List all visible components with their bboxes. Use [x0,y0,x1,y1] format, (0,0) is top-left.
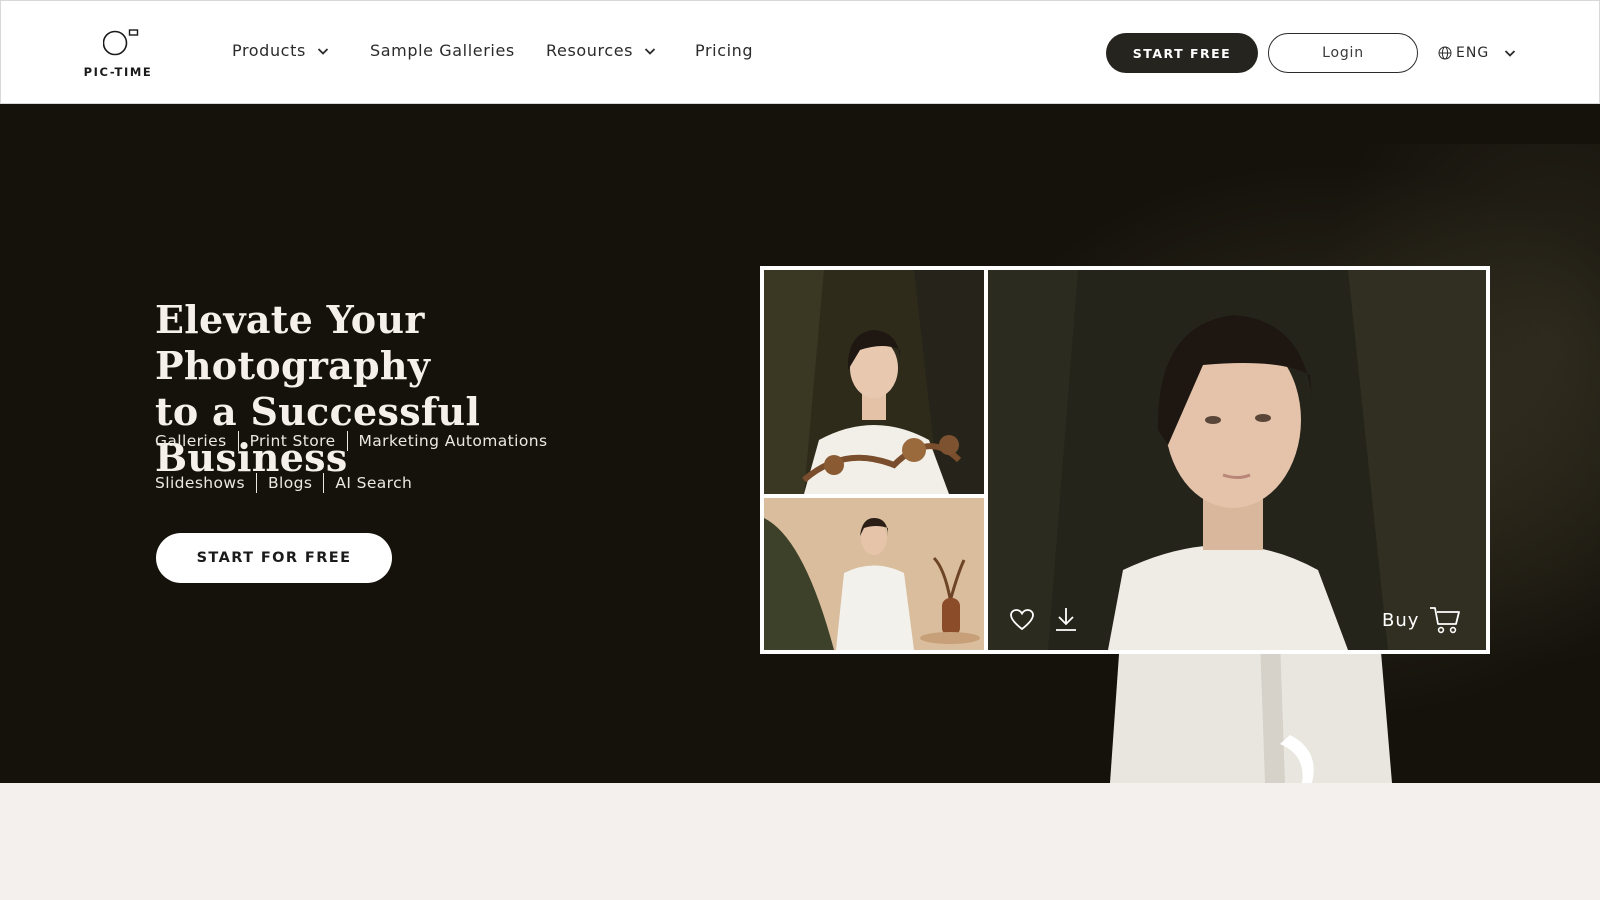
hero-section: Elevate Your Photography to a Successful… [0,104,1600,783]
feature-item: Slideshows [155,474,245,492]
chevron-down-icon [644,47,656,55]
gallery-photo-small-bottom[interactable] [764,498,984,650]
globe-icon [1438,46,1452,60]
heart-icon[interactable] [1009,608,1035,632]
nav-item-resources[interactable]: Resources [546,41,657,60]
nav-item-label: Sample Galleries [370,41,515,60]
language-selector[interactable]: ENG [1438,43,1517,63]
feature-item: Galleries [155,432,227,450]
feature-list-row-1: Galleries Print Store Marketing Automati… [155,431,558,451]
site-header: PIC-TIME Products Sample Galleries Resou… [0,0,1600,104]
chevron-down-icon [317,47,329,55]
login-button[interactable]: Login [1268,33,1418,73]
next-section [0,783,1600,900]
cart-icon [1430,607,1461,634]
nav-item-sample-galleries[interactable]: Sample Galleries [370,41,515,60]
feature-list-row-2: Slideshows Blogs AI Search [155,473,423,493]
portrait-overflow-image [1110,640,1392,783]
chevron-down-icon [1505,50,1516,57]
feature-item: Print Store [237,431,347,451]
seated-portrait-image [764,498,984,650]
nav-item-label: Resources [546,41,634,60]
start-free-button[interactable]: START FREE [1106,33,1258,73]
portrait-closeup-image [988,270,1486,650]
gallery-preview: Buy [760,266,1490,654]
gallery-photo-small-top[interactable] [764,270,984,494]
download-icon[interactable] [1054,606,1078,632]
feature-item: Blogs [255,473,323,493]
buy-button[interactable]: Buy [1382,606,1461,634]
gallery-photo-large[interactable] [988,270,1486,650]
logo-wordmark: PIC-TIME [83,65,153,79]
feature-item: AI Search [323,473,423,493]
hero-title: Elevate Your Photography to a Successful… [155,297,675,481]
camera-lens-logo-icon [103,29,139,56]
start-for-free-button[interactable]: START FOR FREE [156,533,392,583]
nav-item-pricing[interactable]: Pricing [695,41,753,60]
language-label: ENG [1456,45,1490,61]
buy-label: Buy [1382,609,1420,631]
nav-item-label: Products [232,41,306,60]
portrait-photo-image [764,270,984,494]
pic-time-logo[interactable]: PIC-TIME [81,27,155,81]
hero-title-line-1: Elevate Your Photography [155,297,431,388]
nav-item-label: Pricing [695,41,754,60]
feature-item: Marketing Automations [346,431,559,451]
nav-item-products[interactable]: Products [232,41,330,60]
